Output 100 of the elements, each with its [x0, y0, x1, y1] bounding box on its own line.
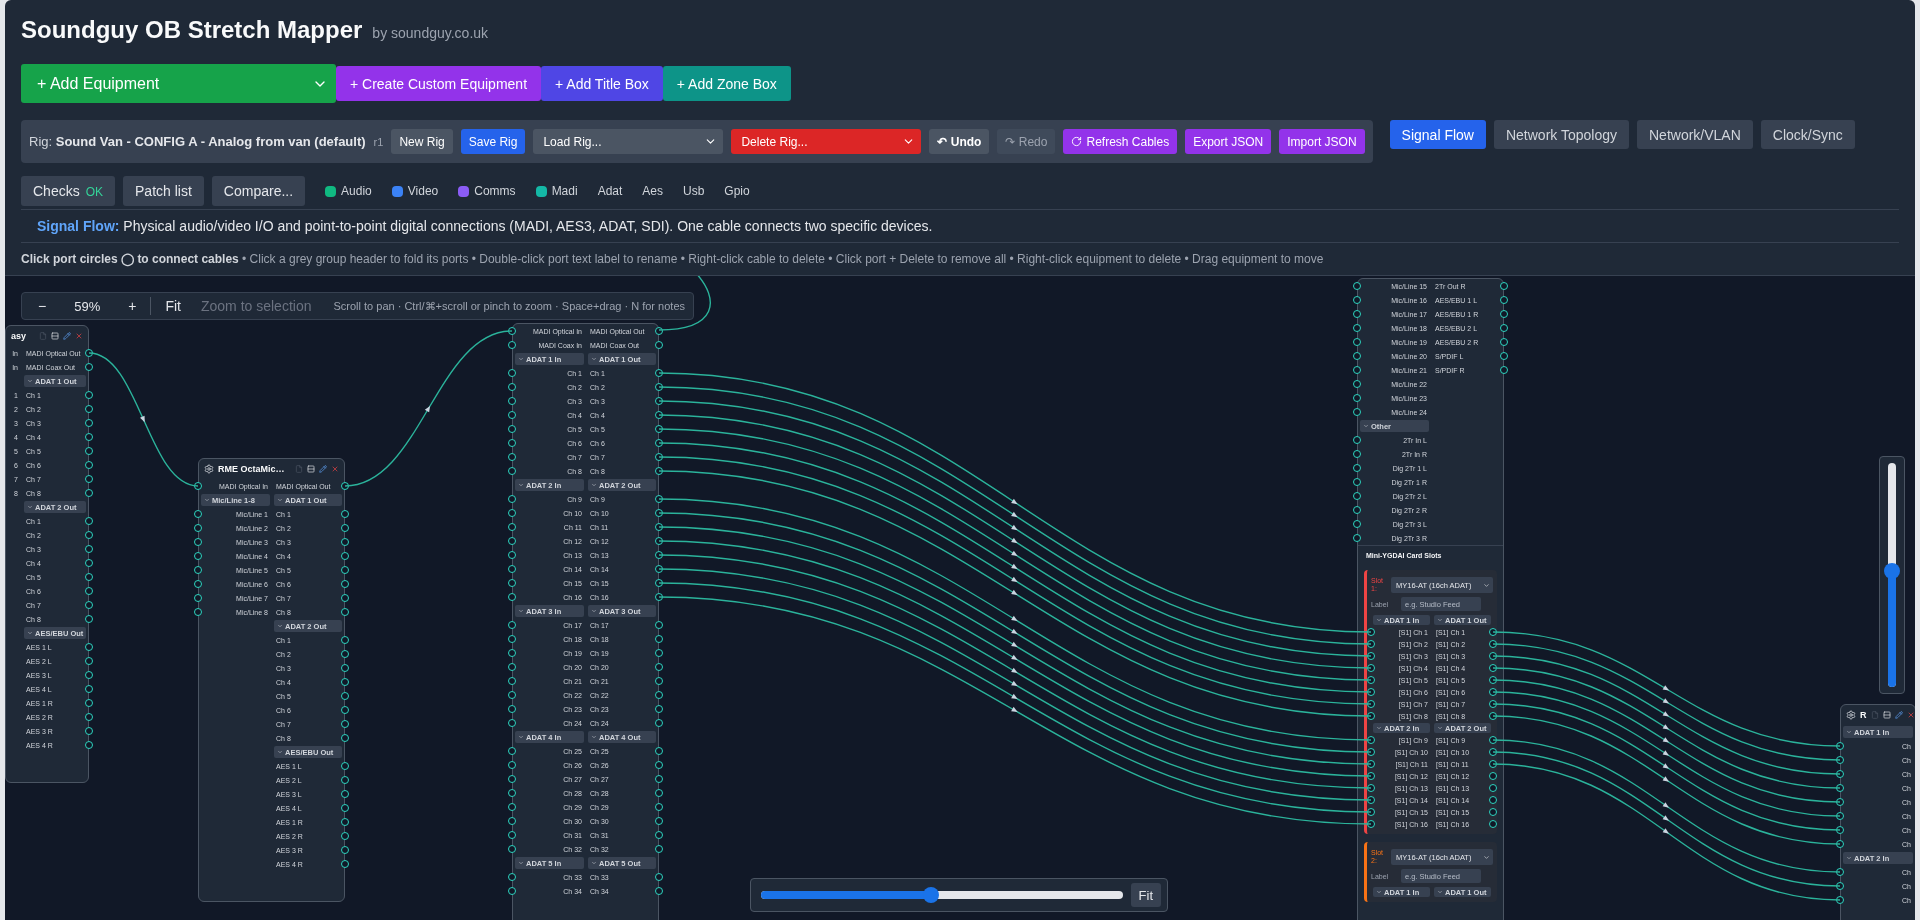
port-circle[interactable] [1353, 450, 1361, 458]
port-circle[interactable] [341, 650, 349, 658]
port-circle[interactable] [508, 425, 516, 433]
port-circle[interactable] [341, 482, 349, 490]
pencil-icon[interactable] [319, 465, 327, 473]
fit-button[interactable]: Fit [1130, 883, 1161, 907]
port-circle[interactable] [1353, 492, 1361, 500]
port-circle[interactable] [508, 509, 516, 517]
port-circle[interactable] [85, 545, 93, 553]
port-circle[interactable] [655, 397, 663, 405]
port-circle[interactable] [1353, 296, 1361, 304]
port-circle[interactable] [1836, 756, 1844, 764]
port-circle[interactable] [1353, 408, 1361, 416]
port-circle[interactable] [85, 727, 93, 735]
port-circle[interactable] [655, 649, 663, 657]
port-circle[interactable] [508, 593, 516, 601]
port-circle[interactable] [1367, 652, 1375, 660]
port-circle[interactable] [85, 643, 93, 651]
port-circle[interactable] [508, 747, 516, 755]
slider-thumb[interactable] [922, 887, 939, 903]
port-circle[interactable] [1489, 676, 1497, 684]
view-tab[interactable]: Network Topology [1493, 120, 1629, 149]
port-circle[interactable] [341, 706, 349, 714]
port-circle[interactable] [508, 677, 516, 685]
port-circle[interactable] [508, 383, 516, 391]
cable[interactable] [1492, 655, 1841, 775]
port-circle[interactable] [655, 439, 663, 447]
port-circle[interactable] [1353, 352, 1361, 360]
cable[interactable] [1492, 703, 1841, 831]
port-circle[interactable] [1836, 742, 1844, 750]
port-circle[interactable] [194, 608, 202, 616]
port-circle[interactable] [655, 705, 663, 713]
port-circle[interactable] [655, 425, 663, 433]
port-circle[interactable] [1836, 798, 1844, 806]
zoom-in-button[interactable]: + [120, 298, 145, 314]
port-circle[interactable] [655, 565, 663, 573]
port-circle[interactable] [1367, 784, 1375, 792]
port-circle[interactable] [341, 692, 349, 700]
port-circle[interactable] [341, 734, 349, 742]
port-circle[interactable] [655, 551, 663, 559]
rig-button[interactable]: ↶ Undo [929, 129, 990, 154]
pencil-icon[interactable] [1894, 711, 1903, 719]
port-circle[interactable] [508, 873, 516, 881]
port-circle[interactable] [508, 635, 516, 643]
port-circle[interactable] [655, 845, 663, 853]
port-circle[interactable] [508, 789, 516, 797]
port-circle[interactable] [1367, 760, 1375, 768]
port-circle[interactable] [1489, 772, 1497, 780]
port-circle[interactable] [1500, 310, 1508, 318]
port-circle[interactable] [1367, 664, 1375, 672]
port-circle[interactable] [85, 741, 93, 749]
port-circle[interactable] [194, 580, 202, 588]
port-circle[interactable] [508, 887, 516, 895]
port-circle[interactable] [194, 552, 202, 560]
port-circle[interactable] [1489, 652, 1497, 660]
port-circle[interactable] [655, 341, 663, 349]
port-circle[interactable] [508, 663, 516, 671]
port-circle[interactable] [85, 657, 93, 665]
port-circle[interactable] [85, 433, 93, 441]
view-tab[interactable]: Signal Flow [1389, 120, 1486, 149]
checks-button[interactable]: Checks OK [21, 176, 116, 206]
add-button[interactable]: + Create Custom Equipment [336, 66, 542, 101]
port-circle[interactable] [1367, 808, 1375, 816]
port-circle[interactable] [508, 705, 516, 713]
port-circle[interactable] [655, 747, 663, 755]
cable[interactable] [658, 276, 711, 331]
add-button[interactable]: + Add Title Box [541, 66, 663, 101]
port-circle[interactable] [194, 566, 202, 574]
rows-icon[interactable] [51, 332, 59, 340]
port-circle[interactable] [194, 594, 202, 602]
cable[interactable] [1492, 751, 1841, 887]
rig-select[interactable]: Delete Rig... [731, 129, 922, 154]
port-circle[interactable] [1489, 664, 1497, 672]
cable[interactable] [1492, 643, 1841, 761]
port-circle[interactable] [655, 593, 663, 601]
port-circle[interactable] [341, 678, 349, 686]
port-circle[interactable] [655, 467, 663, 475]
port-circle[interactable] [508, 537, 516, 545]
port-circle[interactable] [508, 845, 516, 853]
port-circle[interactable] [1367, 820, 1375, 828]
port-circle[interactable] [1489, 628, 1497, 636]
port-circle[interactable] [194, 524, 202, 532]
port-circle[interactable] [85, 531, 93, 539]
port-circle[interactable] [341, 846, 349, 854]
port-circle[interactable] [341, 776, 349, 784]
port-circle[interactable] [508, 649, 516, 657]
port-circle[interactable] [1353, 324, 1361, 332]
port-circle[interactable] [85, 349, 93, 357]
port-circle[interactable] [341, 762, 349, 770]
port-circle[interactable] [655, 327, 663, 335]
cable[interactable] [1492, 691, 1841, 817]
port-circle[interactable] [341, 636, 349, 644]
port-circle[interactable] [1500, 282, 1508, 290]
port-circle[interactable] [655, 663, 663, 671]
port-circle[interactable] [1836, 770, 1844, 778]
port-circle[interactable] [1367, 640, 1375, 648]
port-circle[interactable] [1836, 882, 1844, 890]
port-circle[interactable] [194, 538, 202, 546]
port-circle[interactable] [508, 565, 516, 573]
port-circle[interactable] [655, 873, 663, 881]
